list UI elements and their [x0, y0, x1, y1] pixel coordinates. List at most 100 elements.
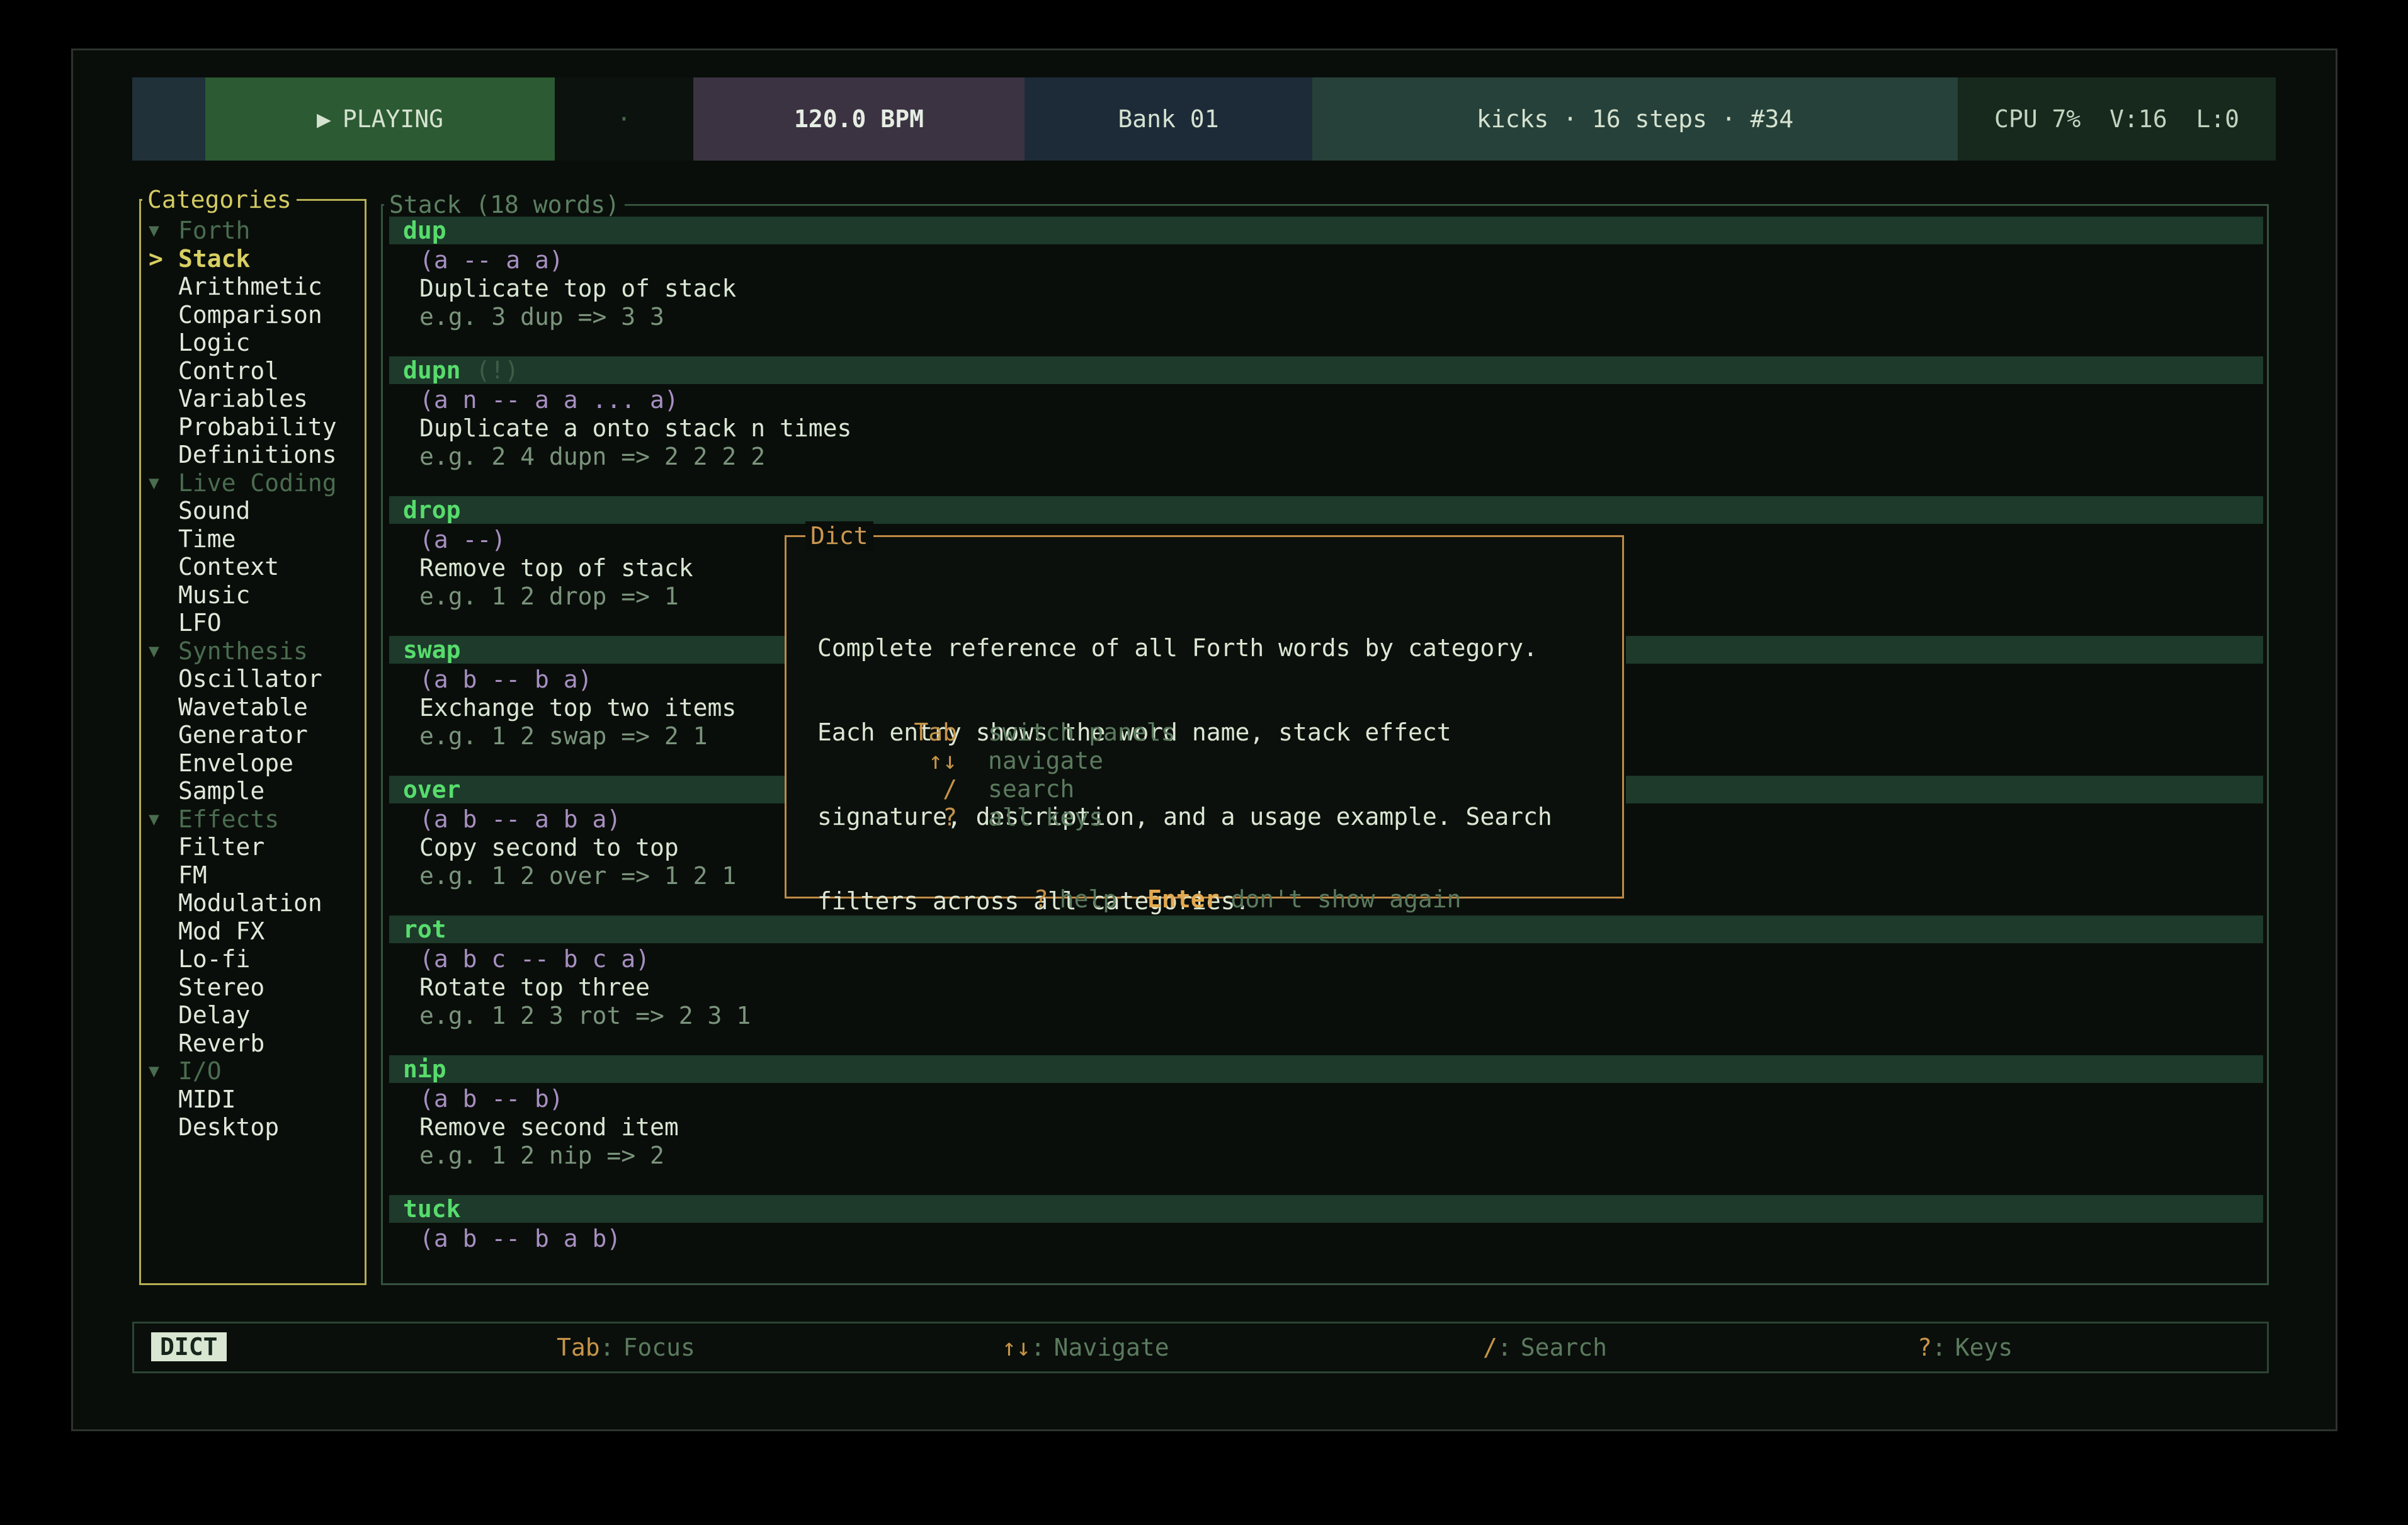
word-header: swap [389, 636, 787, 664]
sidebar-item-filter[interactable]: Filter [141, 833, 365, 861]
triangle-down-icon: ▼ [149, 805, 178, 834]
triangle-down-icon: ▼ [149, 637, 178, 666]
sidebar-item-delay[interactable]: Delay [141, 1001, 365, 1029]
shortcut-action: switch panels [988, 718, 1175, 746]
word-header: drop [389, 496, 2263, 524]
sidebar-item-wavetable[interactable]: Wavetable [141, 693, 365, 722]
dict-help-dialog: Dict Complete reference of all Forth wor… [785, 535, 1624, 899]
sidebar-item-synthesis[interactable]: ▼Synthesis [141, 637, 365, 666]
word-example: e.g. 1 2 nip => 2 [419, 1142, 664, 1170]
sidebar-item-desktop[interactable]: Desktop [141, 1113, 365, 1142]
sidebar-item-probability[interactable]: Probability [141, 413, 365, 441]
shortcut-row: ? all keys [787, 803, 1622, 832]
sidebar-item-context[interactable]: Context [141, 553, 365, 581]
screen: { "top_bar": { "play_icon": "▶", "transp… [0, 0, 2408, 1525]
sidebar-item-effects[interactable]: ▼Effects [141, 805, 365, 834]
sidebar-item-definitions[interactable]: Definitions [141, 441, 365, 469]
word-example: e.g. 3 dup => 3 3 [419, 303, 664, 331]
word-example: e.g. 1 2 3 rot => 2 3 1 [419, 1002, 751, 1030]
shortcut-row: Tab switch panels [787, 718, 1622, 747]
word-description: Remove second item [419, 1113, 679, 1142]
sidebar-item-logic[interactable]: Logic [141, 329, 365, 357]
sidebar-item-midi[interactable]: MIDI [141, 1086, 365, 1114]
sidebar-item-sound[interactable]: Sound [141, 497, 365, 525]
word-entry-dup[interactable]: dup (a -- a a) Duplicate top of stack e.… [383, 217, 2267, 356]
help-key[interactable]: ? [1034, 885, 1048, 913]
triangle-down-icon: ▼ [149, 217, 178, 245]
word-description: Exchange top two items [419, 694, 736, 722]
sidebar-item-music[interactable]: Music [141, 581, 365, 609]
word-description: Duplicate top of stack [419, 275, 736, 303]
stack-signature: (a b -- a b a) [419, 805, 621, 834]
stack-signature: (a n -- a a ... a) [419, 386, 679, 414]
sidebar-item-stereo[interactable]: Stereo [141, 973, 365, 1002]
sidebar-item-arithmetic[interactable]: Arithmetic [141, 273, 365, 301]
shortcut-action: all keys [988, 803, 1103, 831]
stack-signature: (a b -- b a b) [419, 1225, 621, 1253]
sidebar-item-forth[interactable]: ▼Forth [141, 217, 365, 245]
dialog-body-line: Complete reference of all Forth words by… [817, 633, 1552, 662]
triangle-down-icon: ▼ [149, 469, 178, 497]
word-example: e.g. 1 2 drop => 1 [419, 582, 679, 611]
categories-panel-title: Categories [142, 185, 297, 214]
word-header: over [389, 776, 787, 803]
transport-label: PLAYING [343, 105, 443, 133]
word-description: Duplicate a onto stack n times [419, 414, 851, 443]
top-bar-spacer [132, 77, 205, 161]
sidebar-item-live-coding[interactable]: ▼Live Coding [141, 469, 365, 497]
bpm-display[interactable]: 120.0 BPM [693, 77, 1025, 161]
stack-signature: (a -- a a) [419, 246, 564, 275]
triangle-down-icon: ▼ [149, 1057, 178, 1086]
top-bar: ▶PLAYING · 120.0 BPM Bank 01 kicks · 16 … [132, 77, 2276, 161]
word-header-right [1626, 776, 2263, 803]
sidebar-item-sample[interactable]: Sample [141, 777, 365, 805]
shortcut-row: /search [787, 775, 1622, 803]
sidebar-item-modulation[interactable]: Modulation [141, 889, 365, 917]
word-header: tuck [389, 1195, 2263, 1223]
stack-signature: (a b -- b) [419, 1085, 564, 1113]
sidebar-item-io[interactable]: ▼I/O [141, 1057, 365, 1086]
sidebar-item-control[interactable]: Control [141, 357, 365, 385]
shortcut-key: ? [787, 803, 957, 832]
word-entry-nip[interactable]: nip (a b -- b) Remove second item e.g. 1… [383, 1055, 2267, 1195]
word-description: Copy second to top [419, 834, 679, 862]
categories-list: ▼Forth >Stack Arithmetic Comparison Logi… [141, 217, 365, 1142]
word-header: dupn(!) [389, 356, 2263, 384]
sidebar-item-lfo[interactable]: LFO [141, 609, 365, 637]
selection-arrow-icon: > [149, 245, 178, 273]
transport-status[interactable]: ▶PLAYING [205, 77, 555, 161]
sidebar-item-variables[interactable]: Variables [141, 385, 365, 413]
sidebar-item-envelope[interactable]: Envelope [141, 749, 365, 778]
shortcut-key: Tab [787, 718, 957, 747]
word-example: e.g. 1 2 swap => 2 1 [419, 722, 708, 751]
sidebar-item-fm[interactable]: FM [141, 861, 365, 890]
word-entry-tuck[interactable]: tuck (a b -- b a b) [383, 1195, 2267, 1335]
sidebar-item-stack[interactable]: >Stack [141, 245, 365, 273]
bank-display[interactable]: Bank 01 [1025, 77, 1312, 161]
word-example: e.g. 2 4 dupn => 2 2 2 2 [419, 443, 765, 471]
word-example: e.g. 1 2 over => 1 2 1 [419, 862, 736, 890]
categories-panel: Categories ▼Forth >Stack Arithmetic Comp… [139, 199, 366, 1285]
mode-badge: DICT [151, 1332, 227, 1361]
pattern-display[interactable]: kicks · 16 steps · #34 [1312, 77, 1958, 161]
sidebar-item-generator[interactable]: Generator [141, 721, 365, 749]
system-stats: CPU 7% V:16 L:0 [1958, 77, 2276, 161]
beat-indicator: · [555, 77, 693, 161]
sidebar-item-time[interactable]: Time [141, 525, 365, 553]
word-header: nip [389, 1055, 2263, 1083]
dialog-footer: ?helpEnterdon't show again [787, 857, 1622, 885]
hint-search: /:Search [1483, 1324, 1607, 1371]
shortcut-row: ↑↓navigate [787, 747, 1622, 775]
word-entry-dupn[interactable]: dupn(!) (a n -- a a ... a) Duplicate a o… [383, 356, 2267, 496]
word-header-right [1626, 636, 2263, 664]
sidebar-item-oscillator[interactable]: Oscillator [141, 665, 365, 693]
dialog-shortcut-list: Tab switch panels ↑↓navigate /search ? all… [787, 718, 1622, 832]
shortcut-action: navigate [988, 747, 1103, 774]
sidebar-item-lo-fi[interactable]: Lo-fi [141, 945, 365, 973]
sidebar-item-reverb[interactable]: Reverb [141, 1029, 365, 1058]
words-panel-title: Stack (18 words) [384, 190, 625, 219]
sidebar-item-mod-fx[interactable]: Mod FX [141, 917, 365, 946]
enter-key[interactable]: Enter [1147, 885, 1219, 913]
sidebar-item-comparison[interactable]: Comparison [141, 301, 365, 329]
app-window: ▶PLAYING · 120.0 BPM Bank 01 kicks · 16 … [71, 48, 2337, 1431]
